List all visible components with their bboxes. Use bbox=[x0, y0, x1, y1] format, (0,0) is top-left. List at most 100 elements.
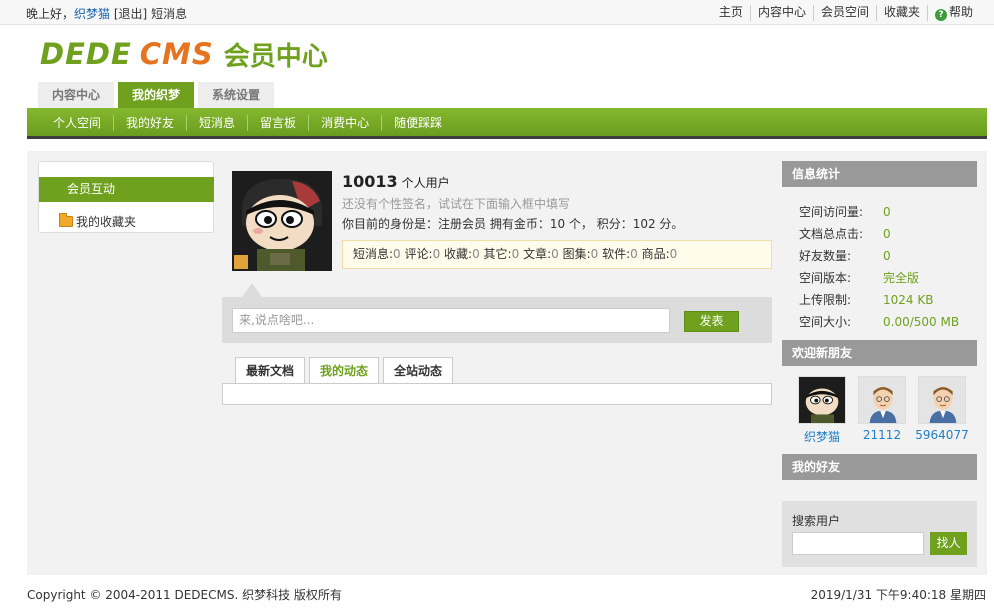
stat-messages-value[interactable]: 0 bbox=[393, 247, 401, 261]
avatar[interactable] bbox=[918, 376, 966, 424]
stat-albums-value[interactable]: 0 bbox=[591, 247, 599, 261]
subnav-my-friends[interactable]: 我的好友 bbox=[113, 115, 186, 131]
tab-site-activity[interactable]: 全站动态 bbox=[383, 357, 454, 384]
sidebar-item-favorites[interactable]: 我的收藏夹 bbox=[59, 213, 137, 230]
top-link-content[interactable]: 内容中心 bbox=[749, 5, 813, 21]
default-user-icon bbox=[919, 377, 965, 423]
top-link-help[interactable]: ? 帮助 bbox=[926, 5, 980, 21]
stat-albums-label: 图集: bbox=[562, 247, 591, 261]
stat-favorites-value[interactable]: 0 bbox=[472, 247, 480, 261]
stat-software-value[interactable]: 0 bbox=[630, 247, 638, 261]
subnav-consumption[interactable]: 消费中心 bbox=[308, 115, 381, 131]
stat-articles-value[interactable]: 0 bbox=[551, 247, 559, 261]
friend-name[interactable]: 21112 bbox=[852, 428, 912, 442]
info-value: 0 bbox=[883, 249, 891, 263]
tab-my-dedecms[interactable]: 我的织梦 bbox=[118, 82, 195, 108]
feed-tabs: 最新文档 我的动态 全站动态 bbox=[235, 357, 457, 384]
top-link-space[interactable]: 会员空间 bbox=[812, 5, 876, 21]
logout-link[interactable]: [退出] bbox=[114, 7, 147, 21]
stats-bar: 短消息:0 评论:0 收藏:0 其它:0 文章:0 图集:0 软件:0 商品:0 bbox=[342, 240, 772, 269]
stat-other-label: 其它: bbox=[483, 247, 512, 261]
tab-latest-docs[interactable]: 最新文档 bbox=[235, 357, 306, 384]
post-button[interactable]: 发表 bbox=[684, 311, 739, 332]
new-friends-list: 织梦猫 21112 5964077 bbox=[792, 376, 972, 445]
stat-products-value[interactable]: 0 bbox=[670, 247, 678, 261]
info-key: 文档总点击: bbox=[799, 227, 864, 241]
info-row: 上传限制: 1024 KB bbox=[799, 289, 979, 311]
info-key: 空间大小: bbox=[799, 315, 852, 329]
user-greeting: 晚上好，织梦猫 [退出] 短消息 bbox=[26, 5, 187, 22]
default-user-icon bbox=[859, 377, 905, 423]
logo-word-cms: CMS bbox=[139, 37, 214, 71]
info-value: 完全版 bbox=[883, 271, 920, 285]
stat-messages-label: 短消息: bbox=[353, 247, 394, 261]
search-user-label: 搜索用户 bbox=[792, 514, 841, 528]
my-friends-title: 我的好友 bbox=[782, 454, 977, 480]
subnav-guestbook[interactable]: 留言板 bbox=[247, 115, 308, 131]
stat-comments-value[interactable]: 0 bbox=[433, 247, 441, 261]
tab-content-center[interactable]: 内容中心 bbox=[38, 82, 115, 108]
username-link[interactable]: 织梦猫 bbox=[74, 7, 110, 21]
tab-my-activity[interactable]: 我的动态 bbox=[309, 357, 380, 384]
info-row: 文档总点击: 0 bbox=[799, 223, 979, 245]
sub-navigation: 个人空间 我的好友 短消息 留言板 消费中心 随便踩踩 bbox=[27, 108, 987, 139]
messages-link[interactable]: 短消息 bbox=[151, 7, 187, 21]
info-key: 空间版本: bbox=[799, 271, 852, 285]
footer-copyright: Copyright © 2004-2011 DEDECMS. 织梦科技 版权所有 bbox=[27, 588, 342, 602]
tab-settings[interactable]: 系统设置 bbox=[198, 82, 275, 108]
info-stats-list: 空间访问量: 0 文档总点击: 0 好友数量: 0 空间版本: 完全版 上传限制: 102… bbox=[799, 201, 979, 333]
new-friends-title: 欢迎新朋友 bbox=[782, 340, 977, 366]
info-row: 空间版本: 完全版 bbox=[799, 267, 979, 289]
sidebar-item-member-interaction[interactable]: 会员互动 bbox=[39, 177, 214, 202]
user-id: 10013 bbox=[342, 172, 398, 191]
footer-datetime: 2019/1/31 下午9:40:18 星期四 bbox=[810, 588, 986, 602]
top-bar: 晚上好，织梦猫 [退出] 短消息 主页 内容中心 会员空间 收藏夹 ? 帮助 bbox=[0, 0, 994, 25]
main-content: 会员互动 我的收藏夹 10013 个人用户 还没有个性签名，试试在下面输入框中填写… bbox=[27, 151, 987, 575]
cartoon-avatar-image bbox=[799, 377, 845, 423]
feed-panel bbox=[222, 383, 772, 405]
status-input[interactable]: 来,说点啥吧... bbox=[232, 308, 670, 333]
subnav-personal-space[interactable]: 个人空间 bbox=[41, 115, 113, 131]
stat-other-value[interactable]: 0 bbox=[512, 247, 520, 261]
friend-name[interactable]: 5964077 bbox=[912, 428, 972, 442]
top-links: 主页 内容中心 会员空间 收藏夹 ? 帮助 bbox=[712, 5, 980, 21]
stat-favorites-label: 收藏: bbox=[444, 247, 473, 261]
subnav-browse[interactable]: 随便踩踩 bbox=[381, 115, 454, 131]
cartoon-avatar-image bbox=[232, 171, 332, 271]
left-sidebar: 会员互动 我的收藏夹 bbox=[38, 161, 214, 233]
sidebar-item-favorites-label: 我的收藏夹 bbox=[76, 215, 137, 229]
search-user-input[interactable] bbox=[792, 532, 924, 555]
signature-text: 还没有个性签名，试试在下面输入框中填写 bbox=[342, 197, 571, 211]
logo-subtitle: 会员中心 bbox=[223, 41, 328, 72]
info-value: 0 bbox=[883, 227, 891, 241]
friend-card[interactable]: 5964077 bbox=[912, 376, 972, 445]
folder-icon bbox=[59, 213, 73, 227]
info-value: 1024 KB bbox=[883, 293, 934, 307]
subnav-messages[interactable]: 短消息 bbox=[186, 115, 247, 131]
avatar[interactable] bbox=[858, 376, 906, 424]
identity-text: 你目前的身份是：注册会员 拥有金币：10 个， 积分：102 分。 bbox=[342, 217, 684, 231]
avatar[interactable] bbox=[798, 376, 846, 424]
friend-card[interactable]: 21112 bbox=[852, 376, 912, 445]
post-box: 来,说点啥吧... 发表 bbox=[222, 283, 772, 343]
user-type: 个人用户 bbox=[401, 176, 450, 190]
info-value: 0.00/500 MB bbox=[883, 315, 960, 329]
main-tabs: 内容中心 我的织梦 系统设置 bbox=[38, 82, 278, 108]
logo-word-dede: DEDE bbox=[40, 37, 132, 71]
search-user-button[interactable]: 找人 bbox=[930, 532, 967, 555]
top-link-home[interactable]: 主页 bbox=[712, 5, 750, 21]
stat-comments-label: 评论: bbox=[404, 247, 433, 261]
avatar[interactable] bbox=[232, 171, 332, 271]
top-link-favorites[interactable]: 收藏夹 bbox=[875, 5, 927, 21]
friend-name[interactable]: 织梦猫 bbox=[792, 428, 852, 445]
info-key: 空间访问量: bbox=[799, 205, 864, 219]
stat-articles-label: 文章: bbox=[523, 247, 552, 261]
help-icon: ? bbox=[934, 9, 947, 21]
stat-software-label: 软件: bbox=[602, 247, 631, 261]
site-logo[interactable]: DEDE CMS 会员中心 bbox=[40, 36, 328, 72]
stat-products-label: 商品: bbox=[641, 247, 670, 261]
friend-card[interactable]: 织梦猫 bbox=[792, 376, 852, 445]
info-key: 上传限制: bbox=[799, 293, 852, 307]
info-row: 好友数量: 0 bbox=[799, 245, 979, 267]
info-stats-title: 信息统计 bbox=[782, 161, 977, 187]
